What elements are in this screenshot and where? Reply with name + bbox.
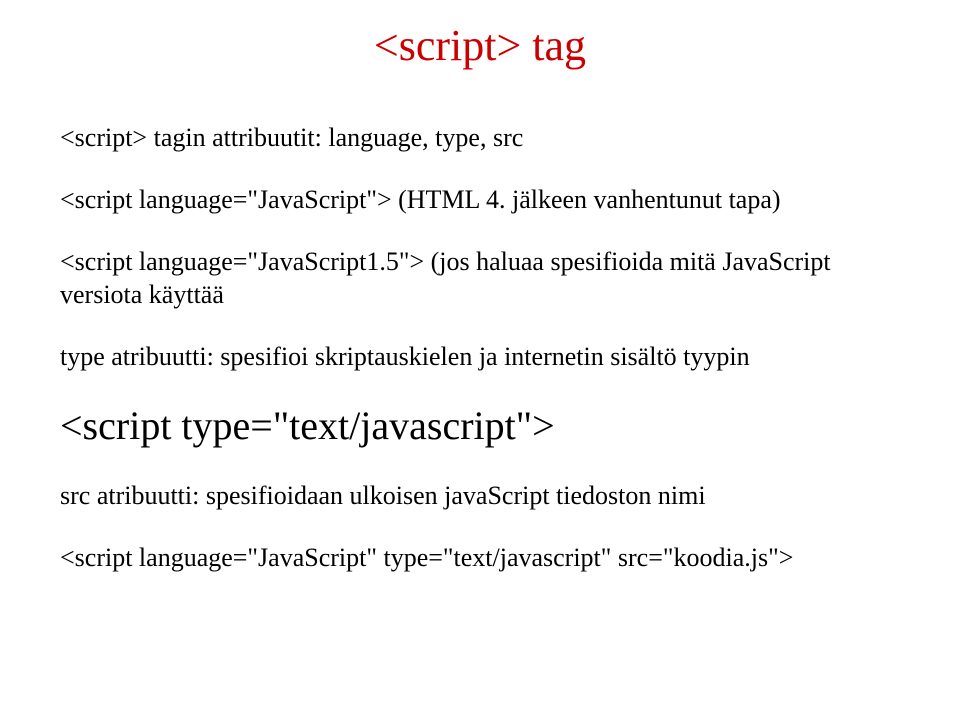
paragraph-src-attr: src atribuutti: spesifioidaan ulkoisen j…: [60, 479, 900, 513]
script-type-example: <script type="text/javascript">: [60, 402, 900, 449]
slide-title: <script> tag: [60, 20, 900, 71]
paragraph-src-example: <script language="JavaScript" type="text…: [60, 541, 900, 575]
paragraph-language-example-2: <script language="JavaScript1.5"> (jos h…: [60, 245, 900, 313]
paragraph-language-example-1: <script language="JavaScript"> (HTML 4. …: [60, 183, 900, 217]
paragraph-attributes: <script> tagin attribuutit: language, ty…: [60, 121, 900, 155]
paragraph-type-attr: type atribuutti: spesifioi skriptauskiel…: [60, 340, 900, 374]
